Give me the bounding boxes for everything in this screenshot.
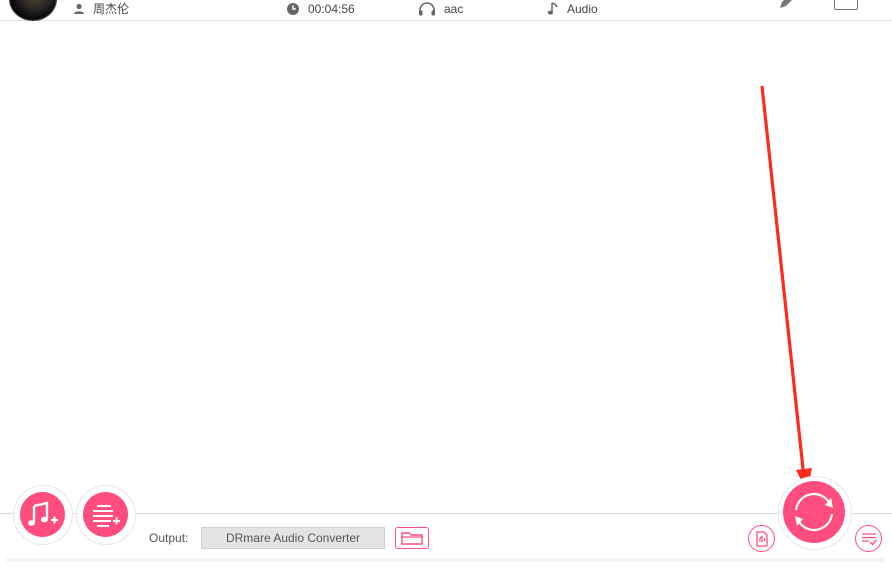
window-icon[interactable] [834, 0, 858, 10]
edit-icon[interactable] [778, 0, 794, 15]
music-note-icon [547, 2, 558, 15]
person-icon [74, 3, 84, 14]
type-value: Audio [567, 2, 598, 16]
music-add-icon [27, 500, 58, 526]
duration-value: 00:04:56 [308, 2, 355, 16]
album-cover-thumbnail [10, 0, 56, 20]
folder-icon [401, 532, 423, 545]
convert-button[interactable] [783, 481, 845, 543]
add-list-button[interactable] [83, 492, 128, 537]
add-music-button[interactable] [20, 492, 65, 537]
output-path-field[interactable]: DRmare Audio Converter [201, 527, 385, 549]
converted-list-icon [861, 532, 877, 546]
audio-file-icon [755, 530, 768, 547]
output-label: Output: [149, 531, 189, 545]
headphones-icon [419, 2, 435, 16]
converted-list-button[interactable] [855, 525, 882, 552]
audio-format-button[interactable] [748, 525, 775, 552]
artist-info: 周杰伦 [73, 1, 129, 17]
list-add-icon [92, 504, 120, 527]
bottom-bar-edge [6, 558, 886, 562]
annotation-arrow [760, 85, 812, 492]
clock-icon [287, 3, 299, 15]
duration-info: 00:04:56 [286, 1, 355, 17]
format-value: aac [444, 2, 464, 16]
open-folder-button[interactable] [395, 527, 429, 549]
type-info: Audio [547, 1, 598, 17]
track-row[interactable]: 周杰伦 00:04:56 aac Audio [0, 0, 892, 21]
artist-name: 周杰伦 [93, 2, 130, 16]
convert-refresh-icon [794, 492, 834, 532]
format-info: aac [418, 1, 463, 17]
